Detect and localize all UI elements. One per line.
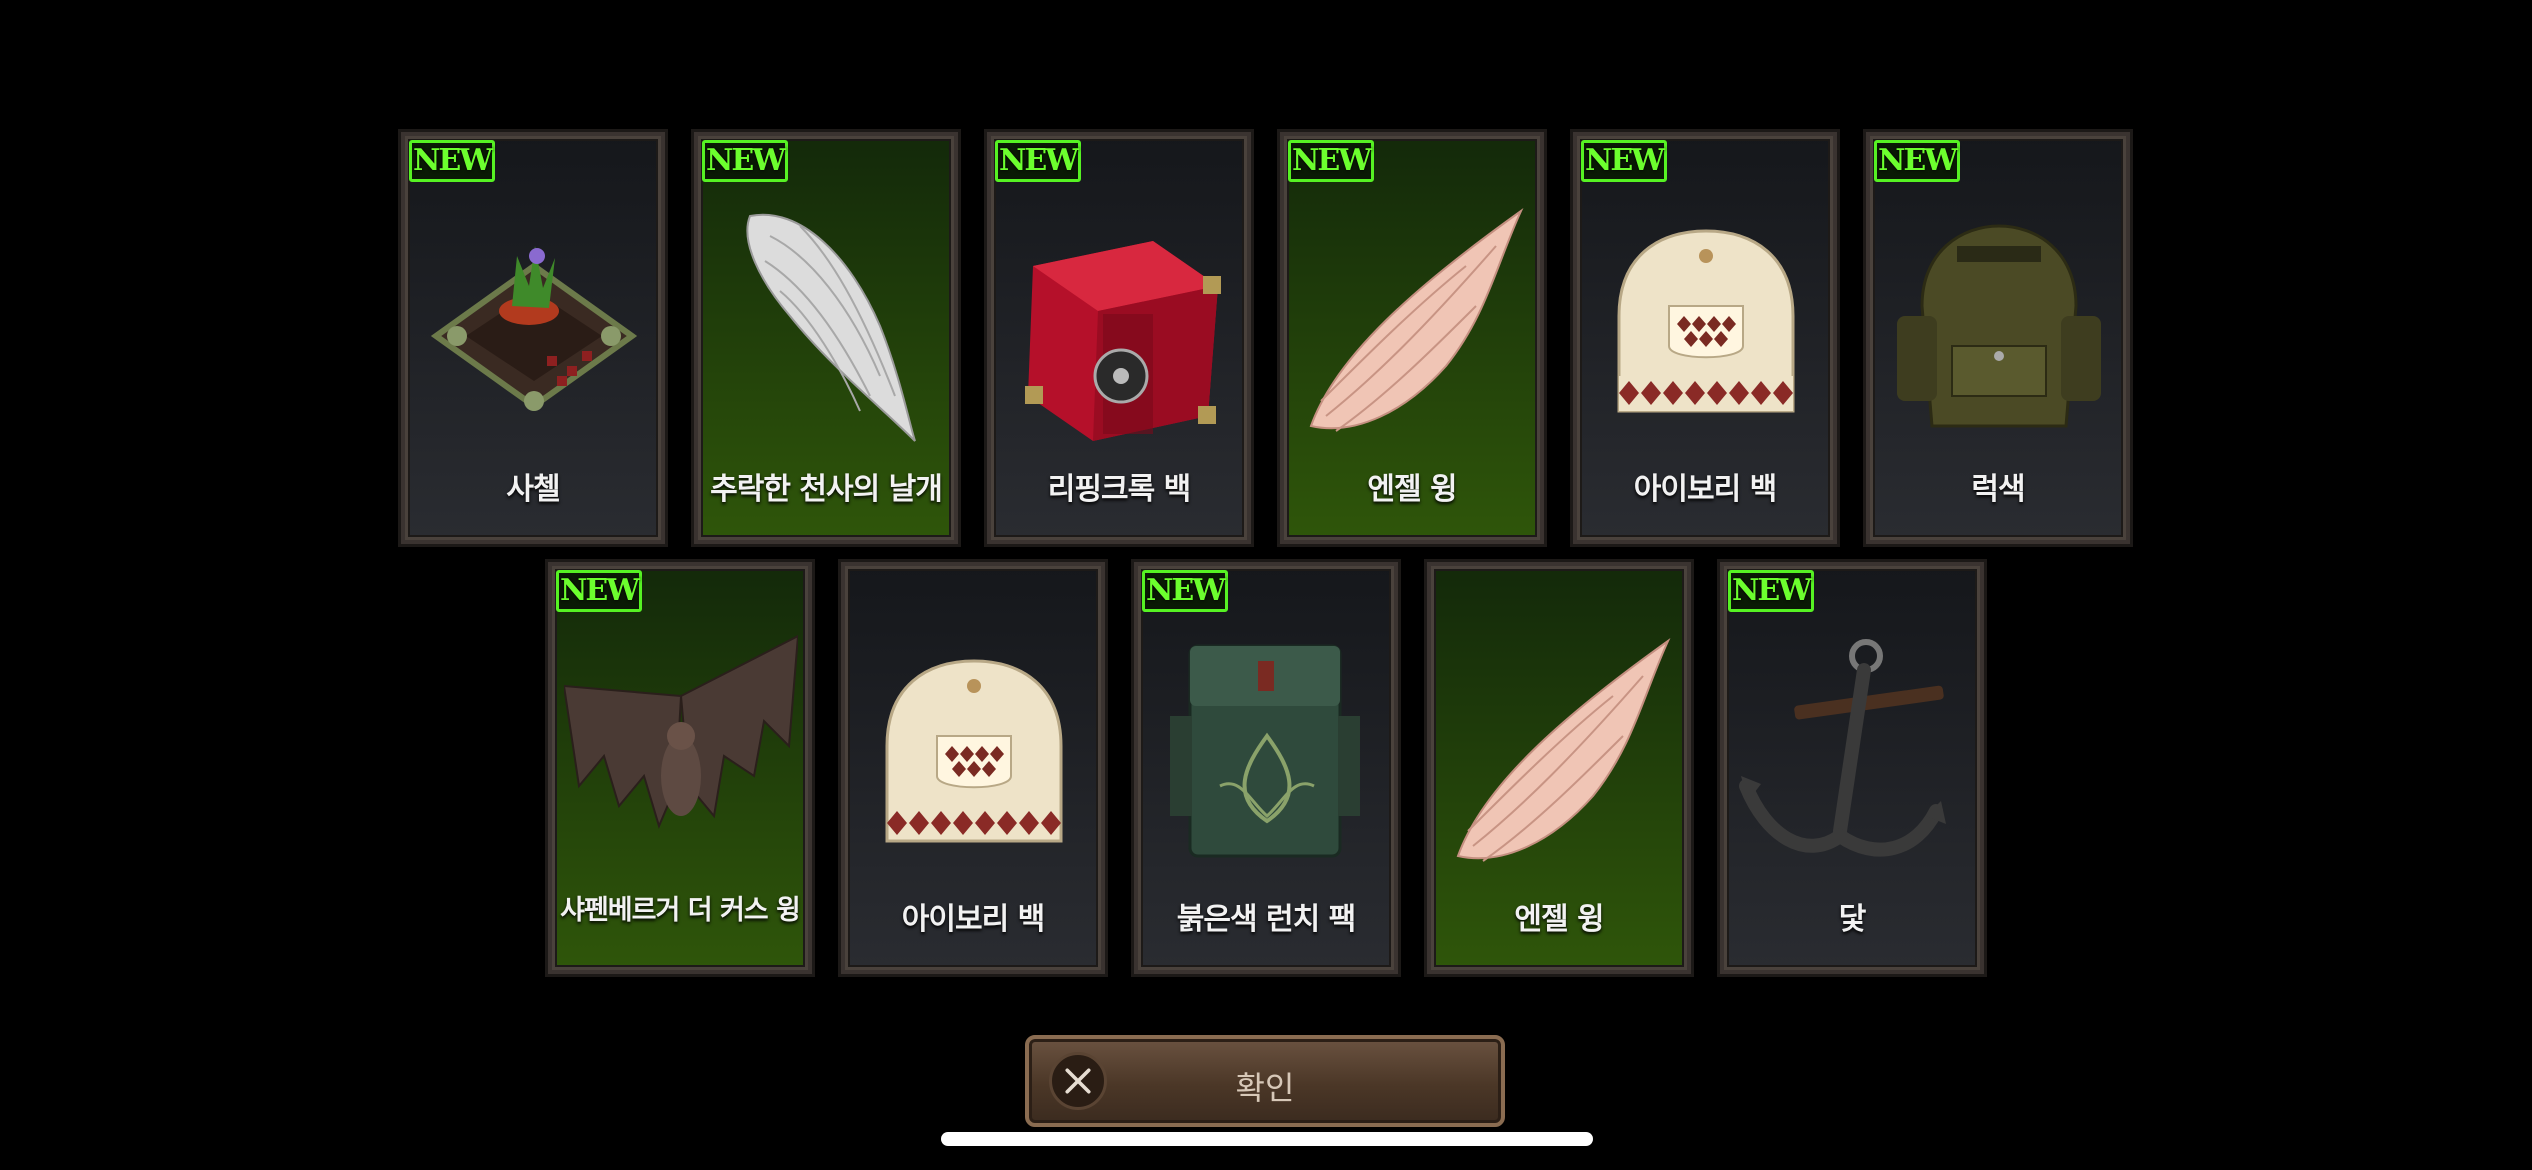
rucksack-icon (1882, 196, 2116, 446)
white-wing-icon (710, 196, 944, 446)
item-name: 닻 (1838, 902, 1867, 937)
item-name: 샤펜베르거 더 커스 윙 (560, 895, 801, 926)
item-card-schaffenberger-curse-wing[interactable]: NEW 샤펜베르거 더 커스 윙 (545, 559, 815, 977)
item-card-angel-wing[interactable]: NEW 엔젤 윙 (1277, 129, 1547, 547)
item-card-ivory-bag-2[interactable]: 아이보리 백 (838, 559, 1108, 977)
ivory-bag-icon (1589, 196, 1823, 446)
new-badge: NEW (1581, 140, 1667, 182)
home-indicator[interactable] (941, 1132, 1593, 1146)
confirm-button[interactable]: 확인 (1025, 1035, 1505, 1127)
green-pack-icon (1150, 626, 1384, 876)
angel-wing-icon (1443, 626, 1677, 876)
item-name: 리핑크록 백 (1047, 472, 1191, 507)
bat-wing-icon (562, 626, 800, 876)
new-badge: NEW (556, 570, 642, 612)
item-card-rucksack[interactable]: NEW 럭색 (1863, 129, 2133, 547)
new-badge: NEW (1142, 570, 1228, 612)
satchel-icon (417, 196, 651, 446)
anchor-icon (1736, 626, 1970, 876)
confirm-label: 확인 (1235, 1069, 1295, 1107)
item-name: 사첼 (506, 472, 560, 507)
item-name: 붉은색 런치 팩 (1176, 902, 1357, 937)
new-badge: NEW (702, 140, 788, 182)
item-name: 럭색 (1971, 472, 2025, 507)
item-name: 아이보리 백 (1633, 472, 1777, 507)
item-card-fallen-angel-wing[interactable]: NEW 추락한 천사의 날개 (691, 129, 961, 547)
new-badge: NEW (995, 140, 1081, 182)
new-badge: NEW (1874, 140, 1960, 182)
angel-wing-icon (1296, 196, 1530, 446)
item-card-ivory-bag[interactable]: NEW 아이보리 백 (1570, 129, 1840, 547)
item-card-red-lunch-pack[interactable]: NEW 붉은색 런치 팩 (1131, 559, 1401, 977)
item-name: 아이보리 백 (901, 902, 1045, 937)
new-badge: NEW (1728, 570, 1814, 612)
item-name: 엔젤 윙 (1367, 472, 1457, 507)
item-card-reaping-crook-bag[interactable]: NEW 리핑크록 백 (984, 129, 1254, 547)
red-bag-icon (1003, 196, 1237, 446)
item-card-anchor[interactable]: NEW 닻 (1717, 559, 1987, 977)
ivory-bag-icon (857, 626, 1091, 876)
reward-popup: NEW 사첼 NEW 추락한 천사의 날개 NEW 리핑크록 백 NEW 엔젤 … (0, 0, 2532, 1170)
new-badge: NEW (1288, 140, 1374, 182)
item-name: 추락한 천사의 날개 (710, 472, 943, 507)
item-card-angel-wing-2[interactable]: 엔젤 윙 (1424, 559, 1694, 977)
item-name: 엔젤 윙 (1514, 902, 1604, 937)
new-badge: NEW (409, 140, 495, 182)
item-card-satchel[interactable]: NEW 사첼 (398, 129, 668, 547)
